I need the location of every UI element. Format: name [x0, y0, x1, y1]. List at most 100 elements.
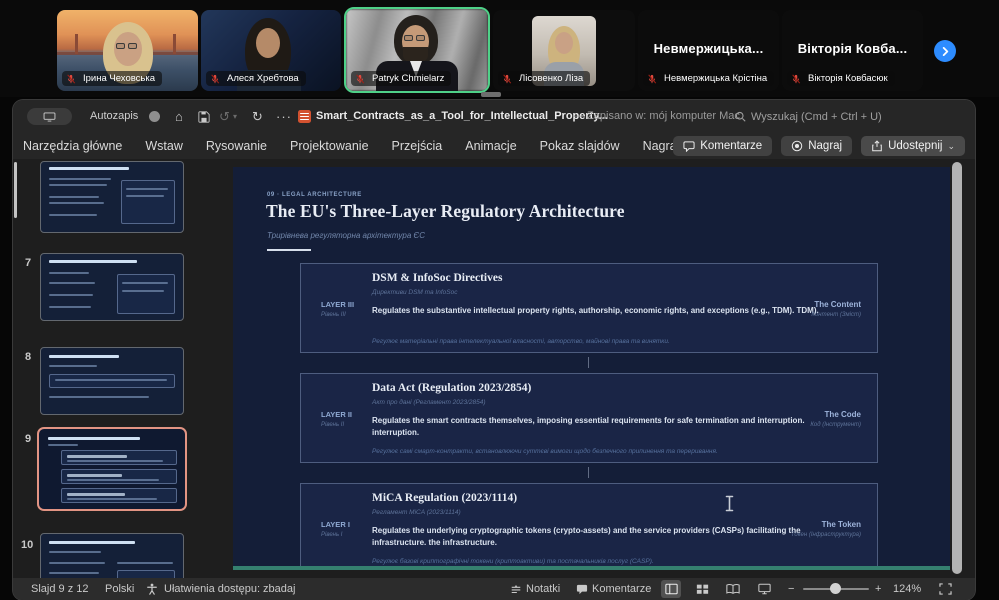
- participant-name: Алеся Хребтова: [227, 73, 299, 84]
- slide-counter[interactable]: Slajd 9 z 12: [31, 578, 88, 600]
- menu-animacje[interactable]: Animacje: [465, 139, 516, 153]
- accessibility-status[interactable]: Ułatwienia dostępu: zbadaj: [164, 578, 295, 600]
- layer-tag: The Content: [814, 300, 861, 309]
- document-title[interactable]: Smart_Contracts_as_a_Tool_for_Intellectu…: [316, 100, 608, 133]
- participant-name: Невмержицька Крістіна: [664, 73, 767, 84]
- screen-share-indicator[interactable]: [27, 108, 72, 125]
- slide-canvas[interactable]: 09 · LEGAL ARCHITECTURE The EU's Three-L…: [233, 167, 950, 570]
- slide-thumbnail-9-selected[interactable]: [37, 427, 187, 511]
- participant-tile-patryk-active[interactable]: Patryk Chmielarz: [344, 7, 490, 93]
- participant-name-pill: Ірина Чеховська: [62, 71, 162, 86]
- slide-subtitle: Трирівнева регуляторна архітектура ЄС: [267, 231, 425, 240]
- layer-tag-ua: Код (Інструмент): [810, 422, 861, 428]
- layer-title: DSM & InfoSoc Directives: [372, 272, 502, 284]
- vertical-scrollbar[interactable]: [952, 162, 962, 574]
- view-reading-button[interactable]: [723, 580, 743, 598]
- thumb-number-7: 7: [25, 257, 31, 269]
- record-button[interactable]: Nagraj: [781, 136, 852, 156]
- slide-thumbnail-10[interactable]: [40, 533, 184, 578]
- participant-tile-iryna[interactable]: Ірина Чеховська: [57, 10, 198, 91]
- more-commands-icon[interactable]: ···: [276, 100, 292, 133]
- ribbon-actions: Komentarze Nagraj Udostępnij ⌄: [673, 136, 965, 156]
- zoom-level[interactable]: 124%: [893, 578, 921, 600]
- menu-rysowanie[interactable]: Rysowanie: [206, 139, 267, 153]
- fit-to-window-button[interactable]: [935, 580, 955, 598]
- layer-body-ua: Регулює базові криптографічні токени (кр…: [372, 558, 846, 565]
- layer-body: Regulates the smart contracts themselves…: [372, 415, 846, 440]
- slide-accent-strip: [233, 566, 950, 570]
- layer-body-ua: Регулює самі смарт-контракти, встановлюю…: [372, 448, 846, 455]
- participant-name-pill: Алеся Хребтова: [206, 71, 306, 86]
- accessibility-icon: [146, 583, 158, 598]
- thumbnail-panel-scrollbar[interactable]: [14, 162, 17, 218]
- layer-connector: [588, 467, 589, 478]
- undo-dropdown-icon[interactable]: ▾: [233, 100, 237, 133]
- autosave-label: Autozapis: [90, 100, 138, 133]
- comments-button[interactable]: Komentarze: [673, 136, 772, 156]
- participant-display-name: Невмержицька...: [638, 41, 779, 56]
- text-cursor: [725, 495, 734, 517]
- menu-wstaw[interactable]: Wstaw: [145, 139, 183, 153]
- participant-display-name: Вікторія Ковба...: [782, 41, 923, 56]
- mic-muted-icon: [66, 74, 76, 84]
- undo-icon[interactable]: ↺: [219, 100, 230, 133]
- statusbar: Slajd 9 z 12 Polski Ułatwienia dostępu: …: [13, 578, 975, 600]
- participant-name: Вікторія Ковбасюк: [808, 73, 888, 84]
- redo-icon[interactable]: ↻: [252, 100, 263, 133]
- view-slideshow-button[interactable]: [754, 580, 774, 598]
- layer-title-ua: Директиви DSM та InfoSoc: [372, 289, 457, 296]
- slide-thumbnail-7[interactable]: [40, 253, 184, 321]
- view-slide-sorter-button[interactable]: [692, 580, 712, 598]
- layer-label-ua: Рівень II: [321, 422, 344, 428]
- view-normal-button[interactable]: [661, 580, 681, 598]
- layer-title: Data Act (Regulation 2023/2854): [372, 382, 531, 394]
- participant-name: Лісовенко Ліза: [519, 73, 583, 84]
- menu-projektowanie[interactable]: Projektowanie: [290, 139, 369, 153]
- language-indicator[interactable]: Polski: [105, 578, 134, 600]
- menu-pokaz-slajdow[interactable]: Pokaz slajdów: [540, 139, 620, 153]
- comments-statusbar-button[interactable]: Komentarze: [576, 578, 651, 600]
- video-strip-collapse-handle[interactable]: [481, 92, 501, 97]
- share-button[interactable]: Udostępnij ⌄: [861, 136, 965, 156]
- zoom-out-button[interactable]: −: [788, 578, 794, 600]
- powerpoint-window: Autozapis ⌂ ↺ ▾ ↻ ··· Smart_Contracts_as…: [13, 100, 975, 600]
- save-icon[interactable]: [198, 110, 210, 128]
- workspace: 7 8 9 10: [13, 159, 975, 578]
- titlebar: Autozapis ⌂ ↺ ▾ ↻ ··· Smart_Contracts_as…: [13, 100, 975, 133]
- mic-muted-icon: [355, 74, 365, 84]
- layer-box-dsm-infosoc: LAYER III Рівень III DSM & InfoSoc Direc…: [300, 263, 878, 353]
- slide-thumbnail-8[interactable]: [40, 347, 184, 415]
- home-icon[interactable]: ⌂: [175, 100, 183, 133]
- search-label: Wyszukaj (Cmd + Ctrl + U): [751, 111, 882, 123]
- menu-przejscia[interactable]: Przejścia: [392, 139, 443, 153]
- zoom-in-button[interactable]: +: [875, 578, 881, 600]
- search-box[interactable]: Wyszukaj (Cmd + Ctrl + U): [735, 100, 882, 133]
- participant-tile-kovbasiuk[interactable]: Вікторія Ковба... Вікторія Ковбасюк: [782, 10, 923, 91]
- participant-tile-alesia[interactable]: Алеся Хребтова: [201, 10, 341, 91]
- zoom-slider-thumb[interactable]: [830, 583, 841, 594]
- participant-tile-nevmerzhytska[interactable]: Невмержицька... Невмержицька Крістіна: [638, 10, 779, 91]
- layer-body-ua: Регулює матеріальні права інтелектуально…: [372, 338, 846, 345]
- menu-narzedzia-glowne[interactable]: Narzędzia główne: [23, 139, 122, 153]
- autosave-toggle[interactable]: [149, 111, 160, 122]
- slide-thumbnail-6[interactable]: [40, 161, 184, 233]
- chevron-right-icon: [941, 47, 950, 56]
- record-icon: [791, 140, 803, 152]
- layer-label: LAYER III: [321, 300, 354, 309]
- next-participants-button[interactable]: [934, 40, 956, 62]
- glasses: [404, 35, 425, 41]
- notes-button[interactable]: Notatki: [510, 578, 560, 600]
- layer-body: Regulates the substantive intellectual p…: [372, 305, 846, 317]
- layer-title: MiCA Regulation (2023/1114): [372, 492, 517, 504]
- participant-name: Ірина Чеховська: [83, 73, 155, 84]
- glasses: [116, 43, 137, 49]
- participant-tile-liza[interactable]: Лісовенко Ліза: [493, 10, 635, 91]
- participant-name-pill: Невмержицька Крістіна: [643, 71, 774, 86]
- layer-box-data-act: LAYER II Рівень II Data Act (Regulation …: [300, 373, 878, 463]
- mic-muted-icon: [647, 74, 657, 84]
- layer-label: LAYER I: [321, 520, 350, 529]
- layer-box-mica: LAYER I Рівень I MiCA Regulation (2023/1…: [300, 483, 878, 570]
- notes-icon: [510, 584, 522, 595]
- layer-label-ua: Рівень III: [321, 312, 346, 318]
- thumb-number-10: 10: [21, 539, 33, 551]
